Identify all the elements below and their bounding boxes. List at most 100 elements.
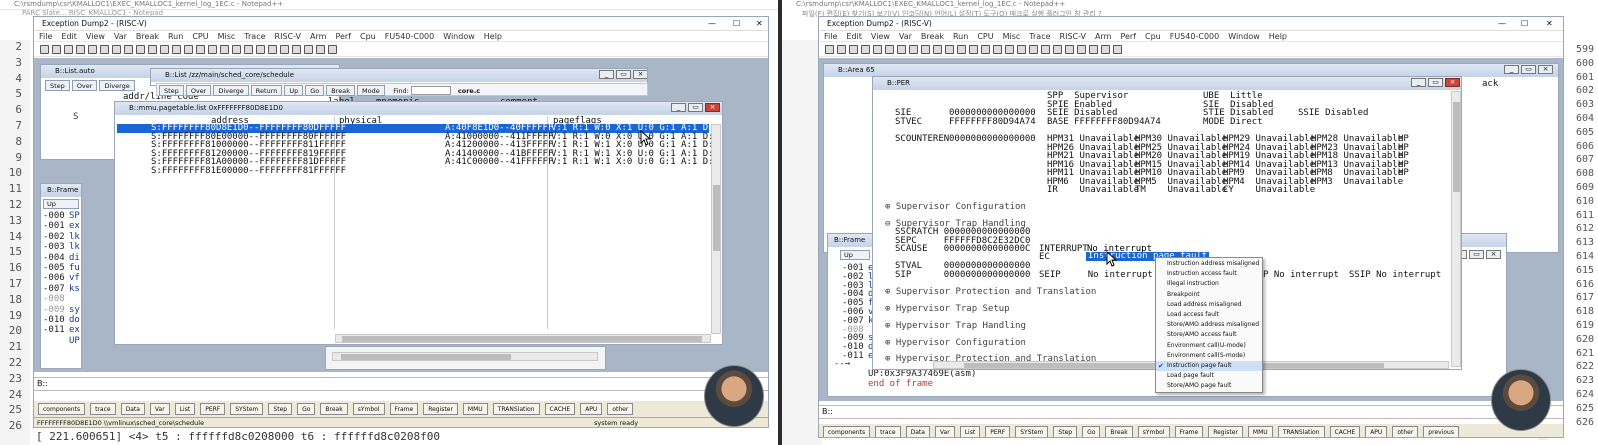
menu-item-arm[interactable]: Arm: [1095, 32, 1111, 41]
right-minimize-button[interactable]: —: [1498, 17, 1506, 31]
list-step-button[interactable]: Step: [159, 85, 184, 96]
toolbar-icon[interactable]: [52, 45, 61, 54]
toolbar-icon[interactable]: [945, 45, 954, 54]
bottom-button-frame[interactable]: Frame: [1174, 426, 1204, 437]
mmu-minimize-button[interactable]: _: [671, 103, 686, 112]
bottom-button-go[interactable]: Go: [1082, 426, 1101, 437]
menu-item-var[interactable]: Var: [899, 32, 912, 41]
bottom-button-apu[interactable]: APU: [580, 403, 603, 415]
toolbar-icon[interactable]: [1101, 45, 1110, 54]
toolbar-icon[interactable]: [969, 45, 978, 54]
menu-item-cpu[interactable]: CPU: [977, 32, 993, 41]
left-maximize-button[interactable]: ☐: [733, 17, 740, 31]
list-over-button[interactable]: Over: [185, 85, 212, 96]
per-maximize-button[interactable]: ▭: [1428, 78, 1443, 87]
bottom-button-apu[interactable]: APU: [1365, 426, 1388, 437]
bottom-button-cache[interactable]: CACHE: [1329, 426, 1361, 437]
menu-item-arm[interactable]: Arm: [310, 32, 326, 41]
toolbar-icon[interactable]: [88, 45, 97, 54]
bottom-button-data[interactable]: Data: [120, 403, 145, 415]
bottom-button-register[interactable]: Register: [1208, 426, 1243, 437]
menu-item-var[interactable]: Var: [114, 32, 127, 41]
per-section-hyp-prot[interactable]: ⊕ Hypervisor Protection and Translation: [885, 354, 1096, 364]
menu-item-help[interactable]: Help: [1269, 32, 1287, 41]
left-command-line[interactable]: B::: [34, 377, 768, 391]
bottom-button-perf[interactable]: PERF: [200, 403, 226, 415]
right-area-close[interactable]: ×: [1538, 65, 1553, 74]
menu-item-cpu[interactable]: Cpu: [1145, 32, 1161, 41]
ec-menu-item[interactable]: Load address misaligned: [1156, 300, 1262, 310]
toolbar-icon[interactable]: [837, 45, 846, 54]
list-return-button[interactable]: Return: [250, 85, 283, 96]
toolbar-icon[interactable]: [64, 45, 73, 54]
left-list-bg-close[interactable]: ×: [633, 70, 647, 79]
list-diverge-button[interactable]: Diverge: [213, 85, 249, 96]
menu-item-fu540-c000[interactable]: FU540-C000: [1170, 32, 1219, 41]
bottom-button-break[interactable]: Break: [320, 403, 348, 415]
toolbar-icon[interactable]: [909, 45, 918, 54]
toolbar-icon[interactable]: [220, 45, 229, 54]
toolbar-icon[interactable]: [957, 45, 966, 54]
toolbar-icon[interactable]: [825, 45, 834, 54]
bottom-button-components[interactable]: components: [823, 426, 871, 437]
ec-menu-item[interactable]: Store/AMO page fault: [1156, 381, 1262, 391]
bottom-button-mmu[interactable]: MMU: [462, 403, 488, 415]
toolbar-icon[interactable]: [921, 45, 930, 54]
menu-item-perf[interactable]: Perf: [1120, 32, 1136, 41]
menu-item-trace[interactable]: Trace: [244, 32, 265, 41]
bottom-button-system[interactable]: SYStem: [230, 403, 264, 415]
right-frame-close[interactable]: ×: [1486, 250, 1501, 259]
ec-menu-item[interactable]: Store/AMO address misaligned: [1156, 320, 1262, 330]
menu-item-edit[interactable]: Edit: [846, 32, 862, 41]
mmu-close-button[interactable]: ×: [705, 103, 720, 112]
toolbar-icon[interactable]: [993, 45, 1002, 54]
bottom-button-other[interactable]: other: [1392, 426, 1419, 437]
bottom-button-symbol[interactable]: sYmbol: [1137, 426, 1170, 437]
right-area-maximize[interactable]: ▭: [1521, 65, 1536, 74]
toolbar-icon[interactable]: [184, 45, 193, 54]
toolbar-icon[interactable]: [1065, 45, 1074, 54]
toolbar-icon[interactable]: [981, 45, 990, 54]
ec-menu-item[interactable]: ✔ Instruction page fault: [1156, 360, 1262, 372]
bottom-button-frame[interactable]: Frame: [389, 403, 419, 415]
toolbar-icon[interactable]: [124, 45, 133, 54]
menu-item-fu540-c000[interactable]: FU540-C000: [385, 32, 434, 41]
ec-menu-item[interactable]: Instruction address misaligned: [1156, 259, 1262, 269]
menu-item-cpu[interactable]: Cpu: [360, 32, 376, 41]
per-vscroll-thumb[interactable]: [1453, 102, 1460, 192]
ec-menu-item[interactable]: Breakpoint: [1156, 290, 1262, 300]
toolbar-icon[interactable]: [885, 45, 894, 54]
per-section-hyp-config[interactable]: ⊕ Hypervisor Configuration: [885, 338, 1026, 348]
mmu-vertical-scrollbar[interactable]: [711, 124, 721, 334]
bottom-button-data[interactable]: Data: [905, 426, 930, 437]
toolbar-icon[interactable]: [1113, 45, 1122, 54]
toolbar-icon[interactable]: [100, 45, 109, 54]
toolbar-icon[interactable]: [1077, 45, 1086, 54]
right-command-line[interactable]: B::: [819, 405, 1563, 419]
toolbar-icon[interactable]: [849, 45, 858, 54]
bottom-button-var[interactable]: Var: [149, 403, 170, 415]
toolbar-icon[interactable]: [244, 45, 253, 54]
right-maximize-button[interactable]: ☐: [1521, 17, 1528, 31]
toolbar-icon[interactable]: [861, 45, 870, 54]
list-up-button[interactable]: Up: [284, 85, 304, 96]
toolbar-icon[interactable]: [40, 45, 49, 54]
menu-item-help[interactable]: Help: [484, 32, 502, 41]
menu-item-risc-v[interactable]: RISC-V: [275, 32, 301, 41]
toolbar-icon[interactable]: [328, 45, 337, 54]
left-bg-hscroll-thumb[interactable]: [341, 354, 511, 360]
right-frame-maximize[interactable]: ▭: [1469, 250, 1484, 259]
bottom-button-break[interactable]: Break: [1105, 426, 1133, 437]
mmu-maximize-button[interactable]: ▭: [688, 103, 703, 112]
ec-menu-item[interactable]: Instruction access fault: [1156, 269, 1262, 279]
menu-item-run[interactable]: Run: [953, 32, 968, 41]
bottom-button-trace[interactable]: trace: [875, 426, 901, 437]
bottom-button-previous[interactable]: previous: [1423, 426, 1459, 437]
per-close-button[interactable]: ×: [1445, 78, 1460, 87]
bottom-button-go[interactable]: Go: [297, 403, 316, 415]
per-section-hyp-setup[interactable]: ⊕ Hypervisor Trap Setup: [885, 304, 1010, 314]
left-list-bg-minimize[interactable]: _: [599, 70, 614, 79]
mmu-row-address[interactable]: S:FFFFFFFF81E00000--FFFFFFFF81FFFFFF: [151, 167, 346, 176]
toolbar-icon[interactable]: [160, 45, 169, 54]
toolbar-icon[interactable]: [148, 45, 157, 54]
